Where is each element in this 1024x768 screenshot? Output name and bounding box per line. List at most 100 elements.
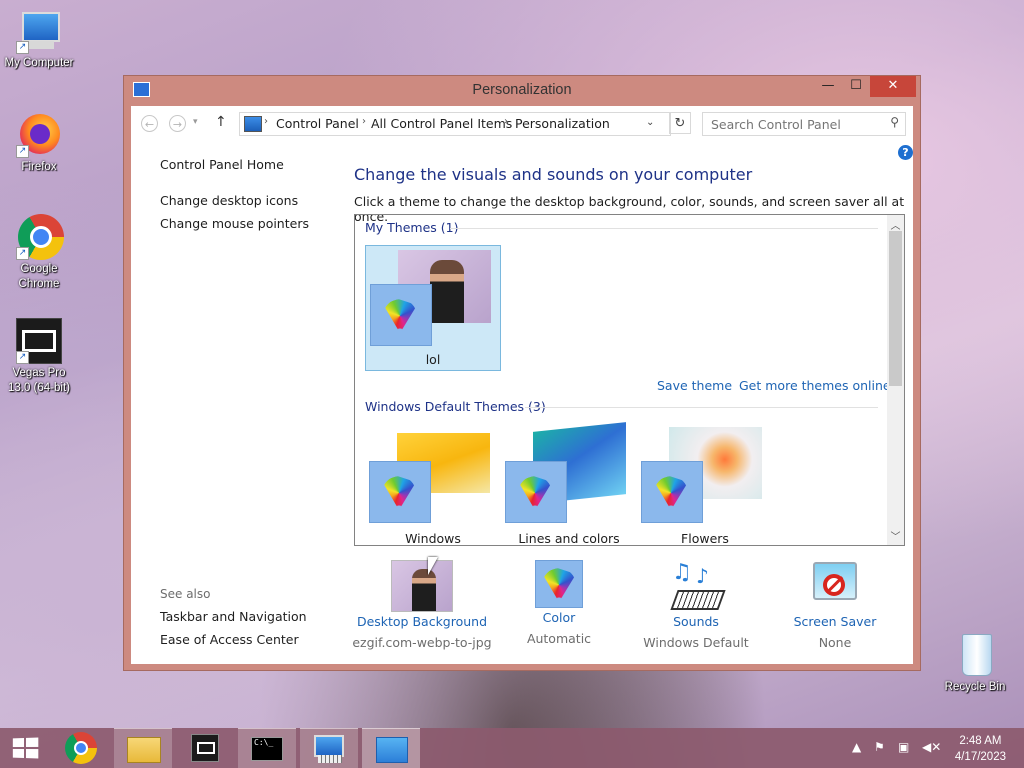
save-theme-link[interactable]: Save theme	[657, 378, 732, 393]
taskbar-and-navigation-link[interactable]: Taskbar and Navigation	[160, 609, 307, 624]
theme-tile-windows[interactable]: Windows	[365, 427, 501, 546]
setting-label: Color	[542, 610, 576, 625]
volume-muted-icon[interactable]: ◀✕	[922, 740, 941, 754]
desktop-background-setting[interactable]: Desktop Background ezgif.com-webp-to-jpg	[352, 560, 492, 650]
theme-tile-lines-and-colors[interactable]: Lines and colors	[501, 422, 637, 546]
search-input[interactable]	[709, 116, 883, 133]
scroll-thumb[interactable]	[889, 231, 902, 386]
themes-list[interactable]: My Themes (1) lol Save theme Get more th…	[354, 214, 905, 546]
sounds-icon: ♫ ♪	[670, 560, 726, 612]
color-palette-icon	[370, 284, 432, 346]
setting-value: None	[818, 635, 852, 650]
color-palette-icon	[505, 461, 567, 523]
forward-arrow-icon[interactable]: →	[169, 115, 186, 132]
start-icon	[12, 737, 39, 759]
desktop-icon-label: Recycle Bin	[944, 681, 1006, 693]
minimize-button[interactable]: —	[814, 76, 842, 97]
ease-of-access-center-link[interactable]: Ease of Access Center	[160, 632, 299, 647]
screen-saver-setting[interactable]: Screen Saver None	[765, 560, 905, 650]
scroll-down-icon[interactable]: ﹀	[887, 528, 904, 543]
clock-time: 2:48 AM	[959, 735, 1002, 747]
desktop-icon-my-computer[interactable]: ↗ My Computer	[0, 8, 78, 71]
color-palette-icon	[641, 461, 703, 523]
breadcrumb-separator-icon: ›	[362, 116, 366, 127]
mouse-cursor-icon	[428, 557, 438, 575]
setting-value: Automatic	[526, 631, 592, 646]
clock-date: 4/17/2023	[954, 751, 1006, 763]
address-dropdown-icon[interactable]: ⌄	[646, 117, 654, 128]
taskbar-vegas-button[interactable]	[176, 728, 234, 768]
theme-tile-flowers[interactable]: Flowers	[637, 427, 773, 546]
computer-icon	[244, 116, 262, 132]
desktop-icon-label: Vegas Pro 13.0 (64-bit)	[7, 367, 70, 394]
close-button[interactable]: ✕	[870, 76, 916, 97]
default-themes-header: Windows Default Themes (3)	[365, 399, 546, 414]
window-title: Personalization	[472, 82, 572, 98]
theme-name: Lines and colors	[518, 531, 620, 546]
color-setting[interactable]: Color Automatic	[489, 560, 629, 646]
window-client: ← → ▾ ↑ › Control Panel › All Control Pa…	[131, 106, 913, 664]
up-arrow-icon[interactable]: ↑	[215, 114, 227, 130]
theme-tile-lol[interactable]: lol	[365, 245, 501, 371]
firefox-icon: ↗	[16, 112, 62, 158]
breadcrumb-control-panel[interactable]: Control Panel	[276, 116, 359, 131]
search-box[interactable]: ⚲	[702, 112, 906, 136]
system-clock[interactable]: 2:48 AM 4/17/2023	[955, 733, 1006, 765]
help-icon[interactable]: ?	[898, 145, 913, 160]
theme-name: lol	[425, 352, 441, 367]
desktop-icon-google-chrome[interactable]: ↗ Google Chrome	[0, 214, 78, 292]
group-divider	[450, 228, 878, 229]
taskbar-control-panel-button[interactable]	[362, 728, 420, 768]
breadcrumb-all-items[interactable]: All Control Panel Items	[371, 116, 512, 131]
recent-pages-chevron-icon[interactable]: ▾	[193, 117, 198, 127]
setting-label: Desktop Background	[356, 614, 488, 629]
taskbar-keyboard-button[interactable]	[300, 728, 358, 768]
sounds-setting[interactable]: ♫ ♪ Sounds Windows Default	[626, 560, 766, 650]
breadcrumb-separator-icon: ›	[504, 116, 508, 127]
theme-name: Flowers	[681, 531, 729, 546]
screen-saver-icon	[809, 560, 861, 612]
change-mouse-pointers-link[interactable]: Change mouse pointers	[160, 216, 309, 231]
theme-name: Windows	[405, 531, 461, 546]
page-title: Change the visuals and sounds on your co…	[354, 165, 753, 184]
file-explorer-icon	[127, 737, 161, 763]
personalization-window: Personalization — ☐ ✕ ← → ▾ ↑ › Control …	[123, 75, 921, 671]
back-arrow-icon[interactable]: ←	[141, 115, 158, 132]
taskbar: C:\_ ▲ ⚑ ▣ ◀✕ 2:48 AM 4/17/2023	[0, 728, 1024, 768]
desktop-icon-label: Google Chrome	[18, 263, 60, 290]
taskbar-file-explorer-button[interactable]	[114, 728, 172, 768]
chrome-icon: ↗	[16, 214, 64, 260]
desktop-icon-recycle-bin[interactable]: Recycle Bin	[936, 632, 1014, 695]
control-panel-home-link[interactable]: Control Panel Home	[160, 157, 284, 172]
address-bar[interactable]: › Control Panel › All Control Panel Item…	[239, 112, 671, 136]
search-icon[interactable]: ⚲	[890, 115, 899, 129]
title-bar[interactable]: Personalization — ☐ ✕	[124, 76, 920, 106]
cmd-icon: C:\_	[251, 737, 283, 761]
setting-label: Screen Saver	[793, 614, 877, 629]
action-center-flag-icon[interactable]: ⚑	[874, 740, 885, 754]
see-also-label: See also	[160, 587, 211, 601]
setting-value: ezgif.com-webp-to-jpg	[352, 635, 492, 650]
desktop-background-icon	[391, 560, 453, 612]
recycle-bin-icon	[952, 632, 998, 678]
color-palette-icon	[369, 461, 431, 523]
show-hidden-icons-chevron[interactable]: ▲	[852, 740, 861, 754]
get-more-themes-link[interactable]: Get more themes online	[739, 378, 891, 393]
network-icon[interactable]: ▣	[898, 740, 909, 754]
desktop-icon-label: My Computer	[4, 57, 74, 69]
breadcrumb-personalization[interactable]: Personalization	[515, 116, 610, 131]
scroll-up-icon[interactable]: ︿	[887, 217, 904, 232]
refresh-icon[interactable]: ↻	[669, 112, 691, 134]
taskbar-cmd-button[interactable]: C:\_	[238, 728, 296, 768]
themes-scrollbar[interactable]: ︿ ﹀	[887, 215, 904, 545]
taskbar-chrome-button[interactable]	[52, 728, 110, 768]
start-button[interactable]	[0, 728, 48, 768]
setting-value: Windows Default	[643, 635, 749, 650]
address-row: ← → ▾ ↑ › Control Panel › All Control Pa…	[139, 112, 906, 136]
desktop-icon-firefox[interactable]: ↗ Firefox	[0, 112, 78, 175]
change-desktop-icons-link[interactable]: Change desktop icons	[160, 193, 298, 208]
maximize-button[interactable]: ☐	[842, 76, 870, 97]
desktop-icon-vegas-pro[interactable]: ↗ Vegas Pro 13.0 (64-bit)	[0, 318, 78, 396]
setting-label: Sounds	[673, 614, 719, 629]
group-divider	[525, 407, 878, 408]
